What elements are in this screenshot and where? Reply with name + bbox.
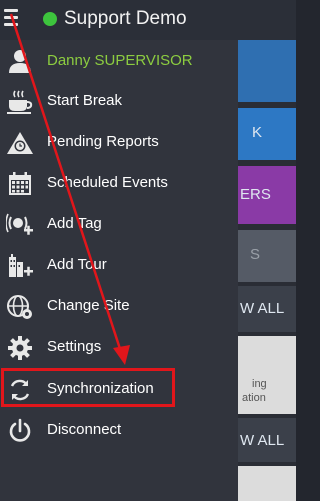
menu-item-add-tag[interactable]: Add Tag [0,204,238,245]
background-tile-label: S [250,246,261,263]
background-tile: ERS [238,166,296,224]
menu-item-label: Add Tour [47,256,107,273]
background-tile: S [238,230,296,282]
user-icon [6,47,34,75]
globe-gear-icon [6,293,34,321]
clock-report-icon [6,129,34,157]
connection-status-icon [43,12,57,26]
menu-item-disconnect[interactable]: Disconnect [0,410,238,451]
menu-item-change-site[interactable]: Change Site [0,286,238,327]
background-tile-label: W ALL [240,300,285,317]
add-tour-icon [6,252,34,280]
background-tile-label: W ALL [240,432,285,449]
power-icon [6,417,34,445]
menu-item-start-break[interactable]: Start Break [0,81,238,122]
calendar-icon [6,170,34,198]
menu-item-label: Disconnect [47,421,122,438]
menu-item-scheduled-events[interactable]: Scheduled Events [0,163,238,204]
menu-item-add-tour[interactable]: Add Tour [0,245,238,286]
drawer-user-row: Danny SUPERVISOR [0,40,238,81]
add-tag-icon [6,211,34,239]
coffee-cup-icon [6,88,34,116]
background-tile [238,466,296,501]
gear-icon [6,334,34,362]
navigation-drawer: Danny SUPERVISOR Start Break Pending Rep… [0,40,238,501]
menu-item-label: Change Site [47,297,130,314]
annotation-highlight-box [1,368,175,407]
menu-item-label: Pending Reports [47,133,159,150]
background-tile: K [238,108,296,160]
menu-item-settings[interactable]: Settings [0,327,238,368]
menu-item-pending-reports[interactable]: Pending Reports [0,122,238,163]
background-tile: ing ation [238,336,296,414]
background-tile-label: ation [242,392,266,404]
menu-item-label: Start Break [47,92,123,109]
hamburger-menu-icon[interactable] [4,9,18,29]
menu-item-label: Settings [47,338,102,355]
app-title: Support Demo [64,8,187,29]
background-tile-label: ing [252,378,267,390]
background-tile: W ALL [238,418,296,462]
user-name: Danny SUPERVISOR [47,52,193,69]
menu-item-label: Scheduled Events [47,174,168,191]
menu-item-label: Add Tag [47,215,102,232]
background-tile [238,40,296,102]
background-tile-label: K [252,124,263,141]
app-bar: Support Demo [0,0,296,40]
background-tile-label: ERS [240,186,271,203]
background-tile: W ALL [238,286,296,332]
